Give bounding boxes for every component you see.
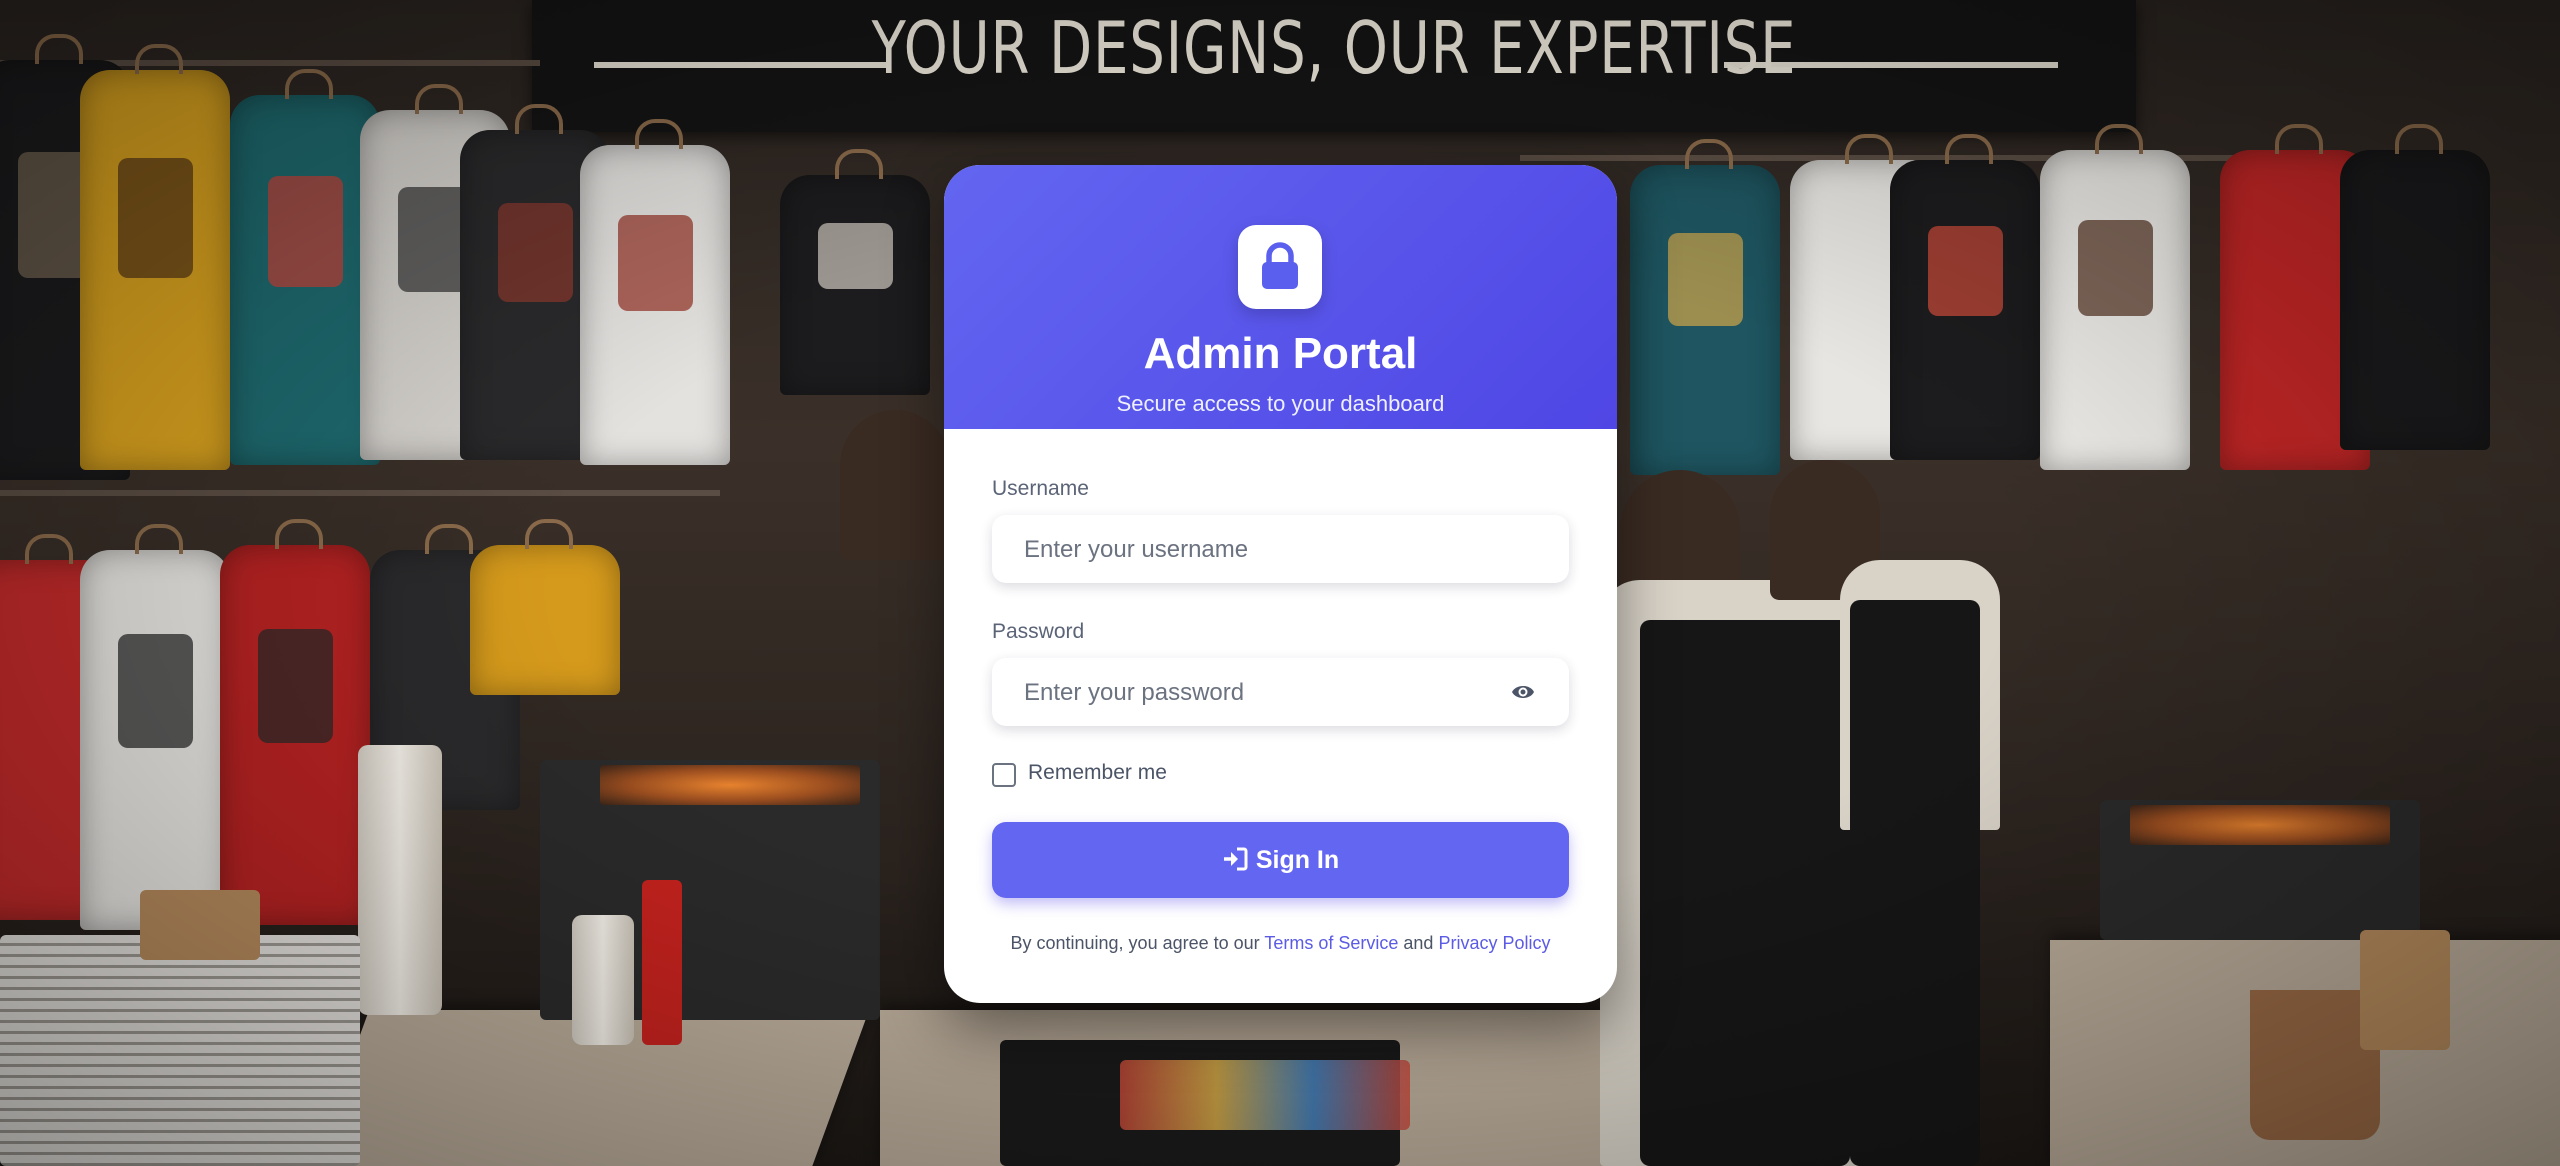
privacy-policy-link[interactable]: Privacy Policy [1438,933,1550,953]
worker-apron [1850,600,1980,1166]
tshirt [80,44,230,470]
login-card: Admin Portal Secure access to your dashb… [944,165,1617,1003]
terms-prefix: By continuing, you agree to our [1010,933,1260,953]
password-field-wrapper [992,658,1569,728]
paper-roll [358,745,442,1015]
tshirt [580,119,730,465]
eye-icon[interactable] [1511,682,1535,707]
sign-in-icon [1223,847,1248,871]
folded-shirts-stack [0,935,360,1166]
banner-text: YOUR DESIGNS, OUR EXPERTISE [871,6,1797,90]
print-design [1120,1060,1410,1130]
worker-head [840,410,950,560]
worker-apron [1640,620,1850,1166]
tshirt [470,519,620,695]
heat-plate [2130,805,2390,845]
cardboard-roll [140,890,260,960]
lock-icon [1238,225,1322,309]
terms-notice: By continuing, you agree to our Terms of… [944,933,1617,954]
tshirt [2340,124,2490,450]
page-title: Admin Portal [1143,329,1418,378]
username-input[interactable] [1022,515,1506,585]
username-label: Username [992,477,1089,500]
cardboard-roll [2360,930,2450,1050]
tshirt [80,524,230,930]
remember-me-checkbox[interactable] [992,763,1016,787]
tshirt [1890,134,2040,460]
heat-plate [600,765,860,805]
page-subtitle: Secure access to your dashboard [1116,391,1445,416]
terms-and: and [1403,933,1434,953]
password-input[interactable] [1022,658,1506,728]
spray-bottle [642,880,682,1045]
tshirt [230,69,380,465]
clothing-rail [0,490,720,496]
sign-in-label: Sign In [1255,846,1340,874]
tshirt [1630,139,1780,475]
tshirt [780,149,930,395]
paper-roll [572,915,634,1045]
login-card-header: Admin Portal Secure access to your dashb… [944,165,1617,429]
tshirt [2040,124,2190,470]
sign-in-button[interactable]: Sign In [992,822,1569,898]
password-label: Password [992,620,1085,643]
username-field-wrapper [992,515,1569,585]
shop-banner: YOUR DESIGNS, OUR EXPERTISE [532,0,2136,132]
remember-me-label[interactable]: Remember me [1028,761,1167,785]
terms-of-service-link[interactable]: Terms of Service [1264,933,1398,953]
tshirt [220,519,370,925]
